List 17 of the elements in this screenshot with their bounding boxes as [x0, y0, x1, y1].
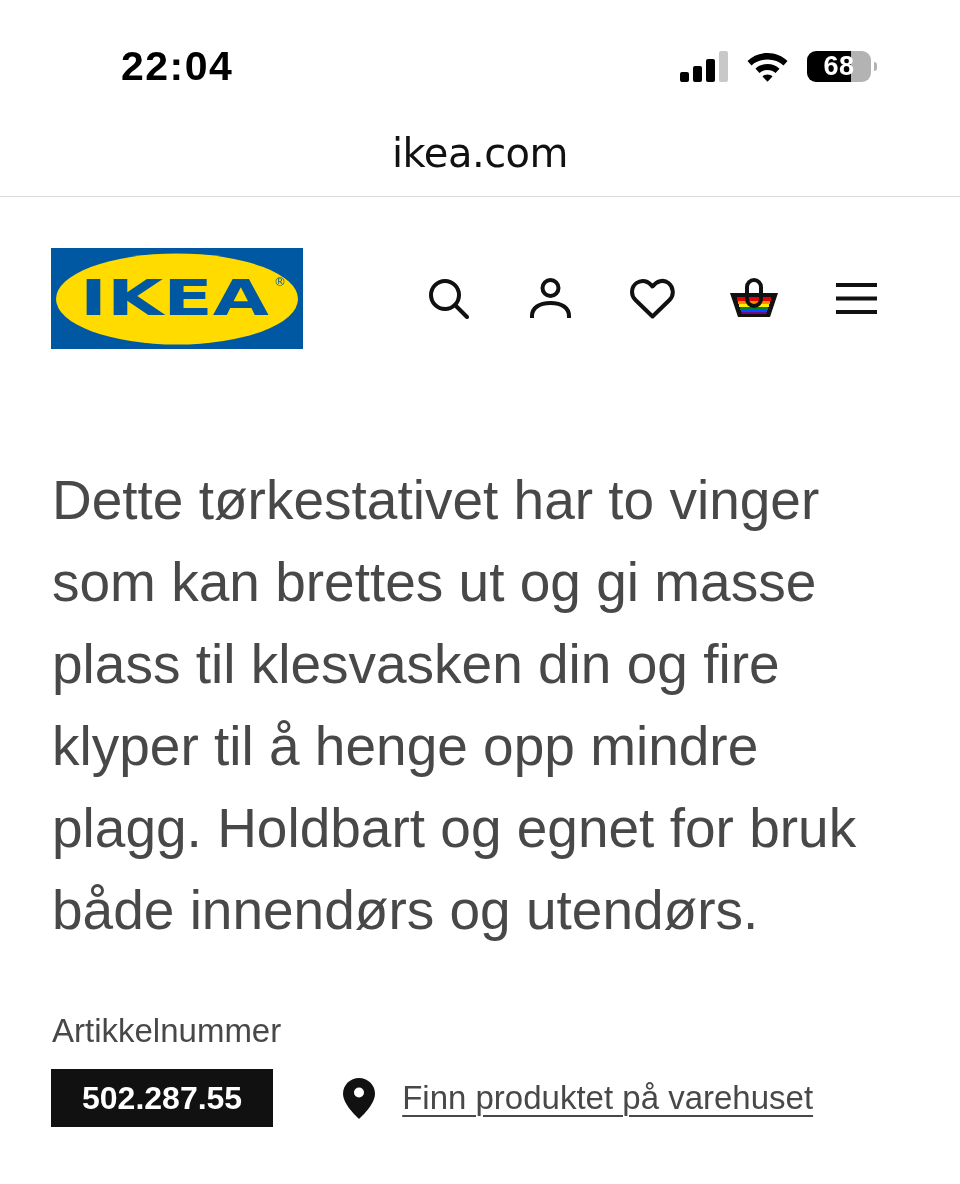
- article-number-label: Artikkelnummer: [52, 1011, 282, 1051]
- logo[interactable]: IKEA®: [51, 248, 303, 349]
- url-text[interactable]: ikea.com: [391, 130, 569, 176]
- heart-icon[interactable]: [629, 278, 675, 319]
- search-icon[interactable]: [427, 278, 469, 319]
- clock-time: 22:04: [121, 45, 234, 87]
- product-description: Dette tørkestativet har to vinger som kan brettes ut og gi masse plass til klesvasken din og fire klyper til å henge opp mindre plagg. Holdbart og egnet for bruk både innendørs og utendørs.: [52, 468, 858, 943]
- article-number: 502.287.55: [51, 1069, 274, 1127]
- user-icon[interactable]: [529, 277, 571, 320]
- location-pin-icon: [343, 1077, 376, 1119]
- logo-text: IKEA: [80, 268, 269, 328]
- basket-icon[interactable]: [728, 278, 780, 319]
- find-in-store-link[interactable]: Finn produktet på varehuset: [402, 1073, 814, 1123]
- signal-icon: [680, 50, 728, 82]
- wifi-icon: [746, 50, 789, 82]
- registered-mark: ®: [274, 275, 286, 289]
- menu-icon[interactable]: [835, 283, 877, 314]
